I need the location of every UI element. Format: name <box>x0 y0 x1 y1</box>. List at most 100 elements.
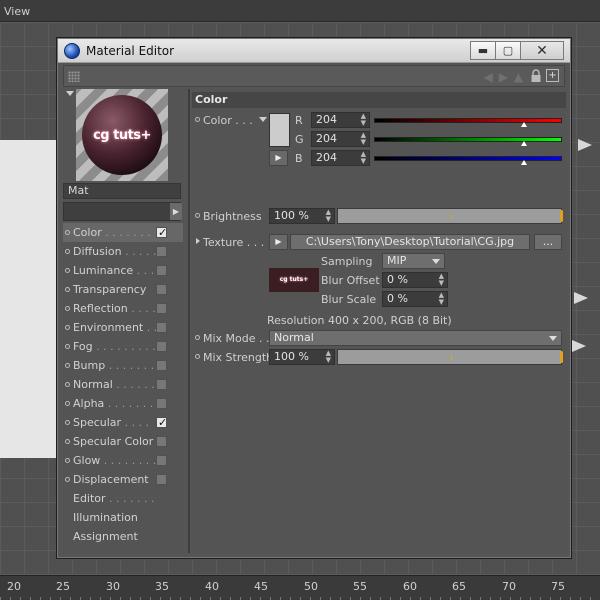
timeline-ruler[interactable]: 20 25 30 35 40 45 50 55 60 65 70 75 <box>0 575 600 600</box>
channel-checkbox[interactable] <box>156 398 167 409</box>
channel-item-editor[interactable]: Editor . . . . . . . <box>63 489 183 508</box>
spinner-icon[interactable]: ▲ ▼ <box>361 151 366 165</box>
material-name-field[interactable]: Mat <box>63 183 181 199</box>
view-menu[interactable]: View <box>4 5 30 18</box>
r-slider-knob[interactable] <box>520 122 527 127</box>
channel-checkbox[interactable] <box>156 413 167 432</box>
channel-item-color[interactable]: Color . . . . . . . <box>63 223 183 242</box>
channel-checkbox[interactable] <box>156 246 167 257</box>
panel-divider[interactable] <box>188 89 190 553</box>
nav-arrows-icon[interactable]: ◀ ▶ ▲ <box>484 70 524 84</box>
spinner-icon[interactable]: ▲ ▼ <box>361 113 366 127</box>
mix-strength-keyframe-icon[interactable] <box>195 354 200 359</box>
channel-item-displacement[interactable]: Displacement <box>63 470 183 489</box>
mix-mode-select[interactable]: Normal <box>269 330 562 346</box>
color-picker-button[interactable]: ▶ <box>269 150 288 166</box>
title-bar[interactable]: Material Editor ▬ ▢ ✕ <box>58 39 570 63</box>
channel-item-specular-color[interactable]: Specular Color <box>63 432 183 451</box>
r-slider[interactable] <box>374 118 562 127</box>
channel-item-glow[interactable]: Glow . . . . . . . . <box>63 451 183 470</box>
channel-label: Displacement <box>73 473 149 486</box>
spinner-icon[interactable]: ▲ ▼ <box>326 209 331 223</box>
channel-checkbox[interactable] <box>156 223 167 242</box>
brightness-label: Brightness <box>203 210 262 223</box>
texture-thumbnail[interactable]: cg tuts+ <box>269 268 319 292</box>
preview-label: cg tuts+ <box>93 127 151 143</box>
r-input[interactable]: 204 ▲ ▼ <box>311 112 370 128</box>
channel-label: Normal <box>73 378 113 391</box>
spinner-icon[interactable]: ▲ ▼ <box>326 350 331 364</box>
mix-strength-slider[interactable] <box>337 349 563 365</box>
channel-checkbox[interactable] <box>156 455 167 466</box>
color-keyframe-icon[interactable] <box>195 117 200 122</box>
channel-item-diffusion[interactable]: Diffusion . . . . . <box>63 242 183 261</box>
texture-path: C:\Users\Tony\Desktop\Tutorial\CG.jpg <box>305 235 515 248</box>
channel-item-bump[interactable]: Bump . . . . . . . <box>63 356 183 375</box>
mix-strength-input[interactable]: 100 % ▲ ▼ <box>269 349 335 365</box>
blur-offset-input[interactable]: 0 % ▲ ▼ <box>382 272 448 288</box>
minimize-button[interactable]: ▬ <box>470 41 496 60</box>
channel-checkbox[interactable] <box>156 303 167 314</box>
channel-item-fog[interactable]: Fog . . . . . . . . . <box>63 337 183 356</box>
ruler-tick: 25 <box>56 580 70 593</box>
window-controls: ▬ ▢ ✕ <box>470 41 564 60</box>
channel-label: Specular Color <box>73 435 154 448</box>
viewport-menubar: View <box>0 0 600 22</box>
mix-mode-keyframe-icon[interactable] <box>195 335 200 340</box>
channel-checkbox[interactable] <box>156 341 167 352</box>
channel-item-transparency[interactable]: Transparency <box>63 280 183 299</box>
b-slider-knob[interactable] <box>520 160 527 165</box>
b-value: 204 <box>316 151 337 164</box>
channel-item-normal[interactable]: Normal . . . . . . <box>63 375 183 394</box>
channel-label: Reflection <box>73 302 128 315</box>
close-button[interactable]: ✕ <box>520 41 564 60</box>
spinner-icon[interactable]: ▲ ▼ <box>439 292 444 306</box>
color-menu-icon[interactable] <box>259 117 267 122</box>
b-slider[interactable] <box>374 156 562 165</box>
g-slider[interactable] <box>374 137 562 146</box>
channel-checkbox[interactable] <box>156 360 167 371</box>
channel-item-environment[interactable]: Environment . . <box>63 318 183 337</box>
brightness-input[interactable]: 100 % ▲ ▼ <box>269 208 335 224</box>
channel-item-illumination[interactable]: Illumination <box>63 508 183 527</box>
maximize-button[interactable]: ▢ <box>495 41 521 60</box>
g-input[interactable]: 204 ▲ ▼ <box>311 131 370 147</box>
channel-checkbox[interactable] <box>156 284 167 295</box>
texture-path-button[interactable]: C:\Users\Tony\Desktop\Tutorial\CG.jpg <box>290 234 530 250</box>
color-swatch[interactable] <box>269 113 290 147</box>
brightness-slider[interactable] <box>337 208 563 224</box>
slider-mark <box>451 356 452 360</box>
preview-menu-icon[interactable] <box>66 91 74 96</box>
mix-mode-label: Mix Mode . . <box>203 332 270 345</box>
channel-checkbox[interactable] <box>156 322 167 333</box>
b-input[interactable]: 204 ▲ ▼ <box>311 150 370 166</box>
blur-scale-input[interactable]: 0 % ▲ ▼ <box>382 291 448 307</box>
texture-menu-button[interactable]: ▶ <box>269 234 288 250</box>
texture-expand-icon[interactable] <box>196 238 200 244</box>
channel-checkbox[interactable] <box>156 436 167 447</box>
channel-label: Color <box>73 226 102 239</box>
channel-item-alpha[interactable]: Alpha . . . . . . . <box>63 394 183 413</box>
new-window-icon[interactable]: + <box>546 69 559 82</box>
spinner-icon[interactable]: ▲ ▼ <box>439 273 444 287</box>
channel-item-luminance[interactable]: Luminance . . . . <box>63 261 183 280</box>
channel-checkbox[interactable] <box>156 379 167 390</box>
channel-checkbox[interactable] <box>156 474 167 485</box>
sampling-select[interactable]: MIP <box>382 253 445 269</box>
g-slider-knob[interactable] <box>520 141 527 146</box>
channel-label: Bump <box>73 359 106 372</box>
slider-end <box>560 210 563 222</box>
spinner-icon[interactable]: ▲ ▼ <box>361 132 366 146</box>
chevron-right-icon[interactable]: ▶ <box>170 203 182 220</box>
texture-browse-button[interactable]: ... <box>534 234 562 250</box>
channel-checkbox[interactable] <box>156 265 167 276</box>
channel-item-reflection[interactable]: Reflection . . . . <box>63 299 183 318</box>
lock-icon[interactable] <box>530 69 542 83</box>
channel-keyframe-icon <box>65 268 70 273</box>
grip-icon[interactable] <box>68 71 80 82</box>
channel-item-assignment[interactable]: Assignment <box>63 527 183 546</box>
channel-item-specular[interactable]: Specular . . . . <box>63 413 183 432</box>
material-combo[interactable]: ▶ <box>63 202 182 221</box>
material-preview[interactable]: cg tuts+ <box>76 89 168 181</box>
brightness-keyframe-icon[interactable] <box>195 213 200 218</box>
